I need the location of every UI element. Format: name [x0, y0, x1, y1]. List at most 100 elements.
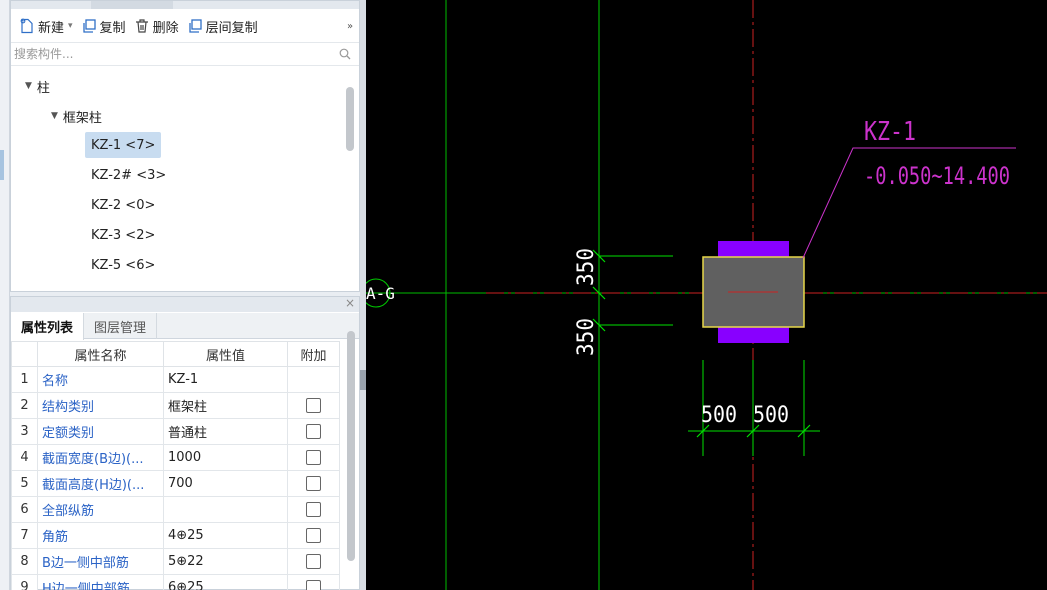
extra-checkbox[interactable] [306, 450, 321, 465]
extra-checkbox[interactable] [306, 554, 321, 569]
search-input[interactable] [11, 44, 329, 64]
extra-checkbox[interactable] [306, 502, 321, 517]
property-extra-cell [287, 496, 340, 523]
property-value[interactable]: 6⊕25 [163, 574, 288, 590]
tab-layer-management[interactable]: 图层管理 [84, 313, 158, 339]
cad-drawing[interactable]: A-G KZ-1 -0.050~14.400 350 350 500 500 [366, 0, 1047, 590]
component-tree: ▼ 柱 ▼ 框架柱 KZ-1 <7> KZ-2# <3> KZ-2 <0> KZ… [11, 67, 347, 291]
property-value[interactable]: 普通柱 [163, 418, 288, 445]
extra-checkbox[interactable] [306, 580, 321, 590]
property-value[interactable]: KZ-1 [163, 366, 288, 393]
property-extra-cell [287, 392, 340, 419]
row-index: 7 [11, 522, 38, 549]
tree-item[interactable]: KZ-3 <2> [85, 222, 161, 248]
property-extra-cell [287, 574, 340, 590]
property-name[interactable]: 结构类别 [37, 392, 164, 419]
property-row[interactable]: 6 全部纵筋 [11, 496, 340, 523]
row-index: 4 [11, 444, 38, 471]
extra-checkbox[interactable] [306, 424, 321, 439]
property-row[interactable]: 3 定额类别 普通柱 [11, 418, 340, 445]
component-panel-tabs [11, 1, 359, 9]
property-name[interactable]: 定额类别 [37, 418, 164, 445]
property-row[interactable]: 4 截面宽度(B边)(... 1000 [11, 444, 340, 471]
property-name[interactable]: 截面宽度(B边)(... [37, 444, 164, 471]
header-extra: 附加 [287, 341, 340, 367]
tree-item-label[interactable]: KZ-1 <7> [85, 132, 162, 158]
tree-item[interactable]: KZ-2 <0> [85, 192, 161, 218]
property-name[interactable]: 全部纵筋 [37, 496, 164, 523]
left-nav-selection [0, 150, 4, 180]
tree-item-label[interactable]: KZ-5 <6> [85, 252, 161, 278]
property-table-header: 属性名称 属性值 附加 [11, 341, 340, 367]
property-name[interactable]: 角筋 [37, 522, 164, 549]
elevation-label: -0.050~14.400 [864, 162, 1010, 190]
property-row[interactable]: 5 截面高度(H边)(... 700 [11, 470, 340, 497]
tree-node-column[interactable]: ▼ 柱 [25, 73, 50, 99]
component-toolbar: + 新建 ▾ 复制 删除 层间复制 » [11, 11, 359, 41]
property-value[interactable] [163, 496, 288, 523]
tree-item-label[interactable]: KZ-2 <0> [85, 192, 161, 218]
tree-item[interactable]: KZ-1 <7> [85, 132, 162, 158]
row-index: 3 [11, 418, 38, 445]
extra-checkbox[interactable] [306, 476, 321, 491]
property-extra-cell [287, 548, 340, 575]
property-value[interactable]: 5⊕22 [163, 548, 288, 575]
property-extra-cell [287, 418, 340, 445]
tab-property-list[interactable]: 属性列表 [11, 313, 85, 340]
property-row[interactable]: 1 名称 KZ-1 [11, 366, 340, 393]
drawing-canvas[interactable]: A-G KZ-1 -0.050~14.400 350 350 500 500 [366, 0, 1047, 590]
extra-checkbox[interactable] [306, 528, 321, 543]
row-index: 5 [11, 470, 38, 497]
property-panel-header: × [11, 296, 359, 312]
property-name[interactable]: B边一侧中部筋 [37, 548, 164, 575]
tree-scrollbar[interactable] [346, 87, 354, 151]
tree-item-label[interactable]: KZ-2# <3> [85, 162, 172, 188]
tree-item-label[interactable]: KZ-3 <2> [85, 222, 161, 248]
dim-text-right: 500 [753, 403, 789, 428]
floor-copy-button-label: 层间复制 [205, 20, 258, 36]
component-list-panel: + 新建 ▾ 复制 删除 层间复制 » 搜索构件... ▼ 柱 ▼ 框架柱 KZ… [10, 0, 360, 292]
tree-node-label: 柱 [36, 80, 50, 96]
extra-checkbox[interactable] [306, 398, 321, 413]
property-table: 属性名称 属性值 附加 1 名称 KZ-1 2 结构类别 框架柱 3 定额类别 普通柱 4 截面宽度… [11, 341, 340, 590]
property-row[interactable]: 2 结构类别 框架柱 [11, 392, 340, 419]
property-name[interactable]: 名称 [37, 366, 164, 393]
header-property-value: 属性值 [163, 341, 288, 367]
property-value[interactable]: 700 [163, 470, 288, 497]
property-scrollbar[interactable] [347, 331, 355, 561]
floor-copy-button[interactable]: 层间复制 [183, 14, 262, 38]
toolbar-more-button[interactable]: » [343, 15, 357, 37]
new-button[interactable]: + 新建 ▾ [15, 14, 77, 38]
tree-node-frame-column[interactable]: ▼ 框架柱 [51, 103, 102, 129]
property-value[interactable]: 框架柱 [163, 392, 288, 419]
property-row[interactable]: 8 B边一侧中部筋 5⊕22 [11, 548, 340, 575]
header-property-name: 属性名称 [37, 341, 164, 367]
property-value[interactable]: 1000 [163, 444, 288, 471]
dim-text-left: 500 [701, 403, 737, 428]
row-index: 1 [11, 366, 38, 393]
copy-button[interactable]: 复制 [77, 14, 130, 38]
copy-icon [82, 19, 96, 33]
chevron-down-icon[interactable]: ▼ [25, 81, 32, 91]
copy-button-label: 复制 [99, 20, 126, 36]
chevron-down-icon[interactable]: ▾ [68, 21, 73, 31]
search-bar [11, 42, 359, 66]
property-row[interactable]: 9 H边一侧中部筋 6⊕25 [11, 574, 340, 590]
property-name[interactable]: 截面高度(H边)(... [37, 470, 164, 497]
search-icon[interactable] [339, 48, 351, 60]
dim-text-upper: 350 [574, 248, 599, 286]
delete-button[interactable]: 删除 [130, 14, 183, 38]
tree-item[interactable]: KZ-2# <3> [85, 162, 172, 188]
column-label: KZ-1 [864, 117, 916, 147]
tree-item[interactable]: KZ-5 <6> [85, 252, 161, 278]
property-value[interactable]: 4⊕25 [163, 522, 288, 549]
property-row[interactable]: 7 角筋 4⊕25 [11, 522, 340, 549]
property-panel: × 属性列表 图层管理 属性名称 属性值 附加 1 名称 KZ-1 2 结构类别 框架柱 3… [10, 296, 360, 590]
axis-label: A-G [366, 284, 395, 303]
property-name[interactable]: H边一侧中部筋 [37, 574, 164, 590]
property-extra-cell [287, 470, 340, 497]
close-icon[interactable]: × [345, 296, 355, 310]
component-panel-tab[interactable] [91, 1, 173, 9]
chevron-down-icon[interactable]: ▼ [51, 111, 58, 121]
row-index: 8 [11, 548, 38, 575]
